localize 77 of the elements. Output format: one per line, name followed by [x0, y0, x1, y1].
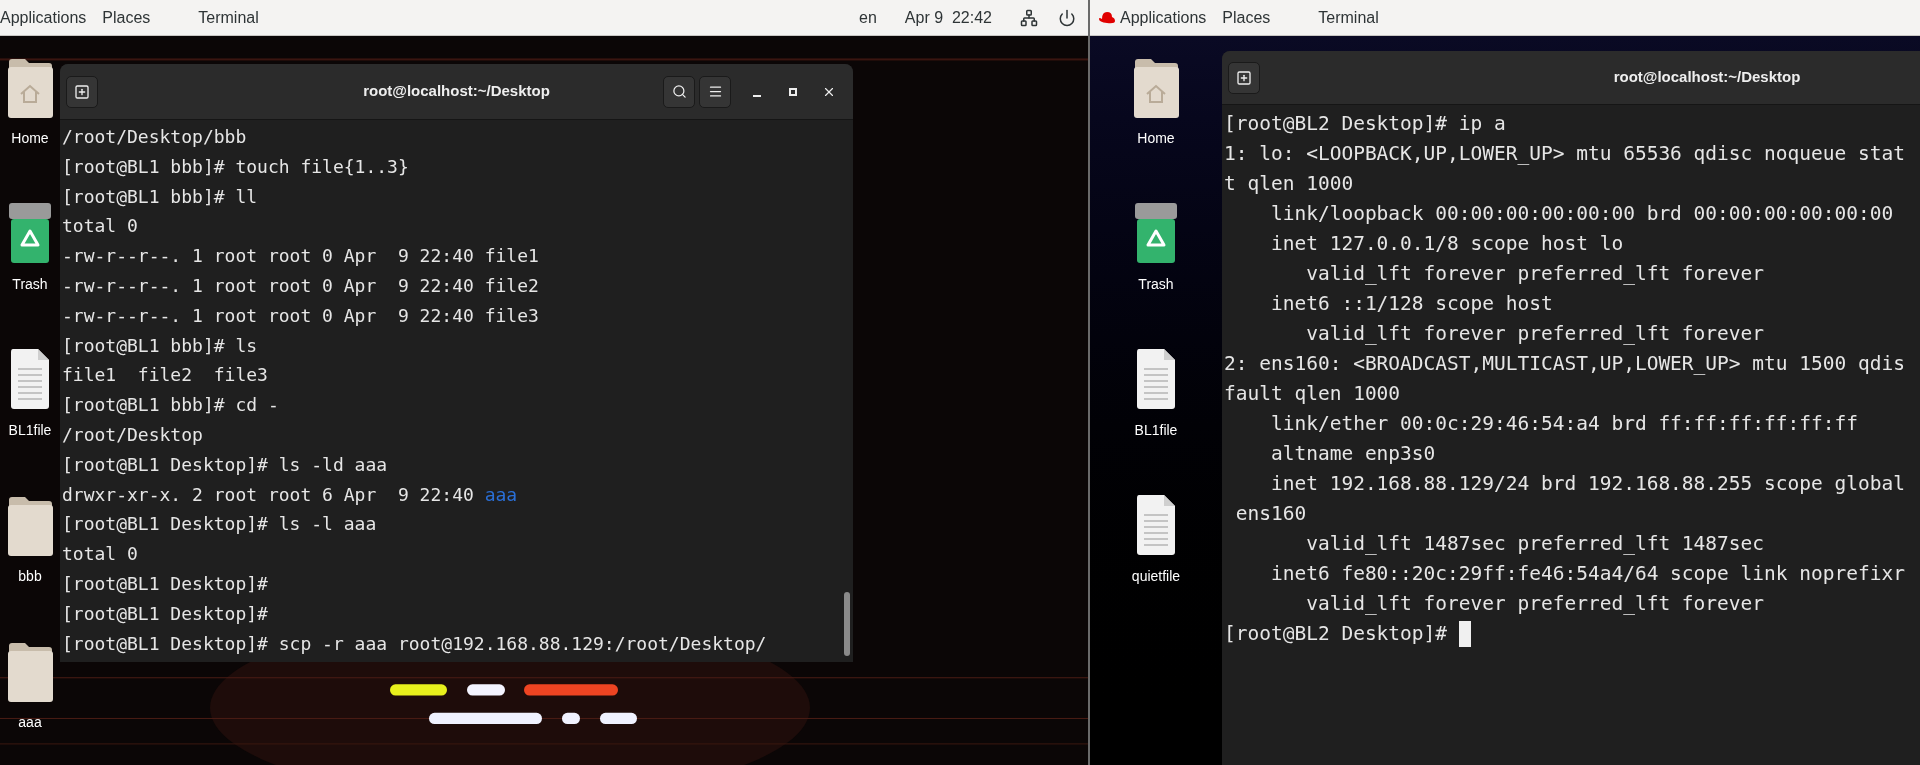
terminal-line: valid_lft forever preferred_lft forever [1305, 321, 1765, 347]
desktop-icon-label[interactable]: Trash [1138, 274, 1174, 295]
terminal-line: [root@BL1 bbb]# touch file{1..3} [62, 154, 409, 179]
power-icon[interactable] [1058, 8, 1076, 27]
terminal-line: /root/Desktop/bbb [62, 125, 247, 149]
desktop-icon-label[interactable]: aaa [18, 712, 42, 733]
terminal-line: [root@BL1 Desktop]# [62, 601, 268, 626]
new-tab-icon [74, 83, 90, 100]
terminal-line: t qlen 1000 [1224, 171, 1354, 197]
document-icon[interactable] [1136, 348, 1176, 410]
desktop-icon-label[interactable]: Home [11, 128, 49, 149]
terminal-line: -rw-r--r--. 1 root root 0 Apr 9 22:40 file2 [62, 274, 539, 298]
terminal-line: [root@BL1 bbb]# ll [62, 184, 258, 209]
terminal-line: [root@BL1 Desktop]# ls -l aaa [62, 512, 377, 537]
menu-item[interactable]: Places [94, 0, 159, 35]
clock[interactable]: Apr 9 22:42 [904, 5, 992, 30]
terminal-line: [root@BL2 Desktop]# [1224, 621, 1448, 647]
new-tab-button[interactable] [1228, 61, 1260, 94]
terminal-line: altname enp3s0 [1269, 441, 1436, 467]
window-title: root@localhost:~/Desktop [363, 81, 550, 102]
terminal-line: inet6 ::1/128 scope host [1269, 291, 1553, 317]
input-source-indicator[interactable]: en [859, 5, 877, 30]
folder-icon[interactable] [7, 642, 53, 702]
desktop-icon-label[interactable]: quietfile [1131, 566, 1181, 587]
hat-icon [1098, 10, 1116, 25]
terminal-line: link/ether 00:0c:29:46:54:a4 brd ff:ff:ff:ff:ff:ff [1269, 411, 1858, 437]
folder-icon[interactable] [7, 496, 53, 556]
menu-item[interactable]: Terminal [186, 0, 271, 35]
terminal-line: inet6 fe80::20c:29ff:fe46:54a4/64 scope link noprefixr [1269, 561, 1905, 587]
terminal-text: drwxr-xr-x. 2 root root 6 Apr 9 22:40 [62, 483, 474, 505]
terminal-line: valid_lft forever preferred_lft forever [1305, 261, 1765, 287]
terminal-line: inet 192.168.88.129/24 brd 192.168.88.255 scope global [1269, 471, 1905, 497]
network-icon[interactable] [1020, 8, 1038, 27]
terminal-line: ens160 [1234, 501, 1307, 527]
search-icon [671, 84, 687, 99]
desktop-icon-label[interactable]: bbb [18, 566, 42, 587]
terminal-line: inet 127.0.0.1/8 scope host lo [1269, 231, 1624, 257]
terminal-line: valid_lft 1487sec preferred_lft 1487sec [1305, 531, 1765, 557]
home-folder-icon[interactable] [1133, 58, 1179, 118]
terminal-line: file1 file2 file3 [62, 363, 268, 388]
terminal-line: 2: ens160: <BROADCAST,MULTICAST,UP,LOWER_UP> mtu 1500 qdis [1224, 351, 1905, 377]
terminal-line: [root@BL1 Desktop]# scp -r aaa root@192.168.88.129:/root/Desktop/ [62, 631, 767, 656]
terminal-line: total 0 [62, 214, 138, 239]
menu-item[interactable]: Applications [1120, 0, 1215, 35]
document-icon[interactable] [10, 348, 50, 410]
terminal-line: -rw-r--r--. 1 root root 0 Apr 9 22:40 file1 [62, 244, 539, 269]
terminal-line: valid_lft forever preferred_lft forever [1305, 591, 1765, 617]
new-tab-icon [1236, 69, 1252, 86]
document-icon[interactable] [1136, 494, 1176, 556]
desktop-icon-label[interactable]: Trash [12, 274, 48, 295]
home-folder-icon[interactable] [7, 58, 53, 118]
terminal-line: -rw-r--r--. 1 root root 0 Apr 9 22:40 file3 [62, 303, 539, 328]
terminal-line: [root@BL1 bbb]# cd - [62, 393, 279, 418]
desktop-icon-label[interactable]: BL1file [1134, 420, 1178, 441]
terminal-line: total 0 [62, 542, 138, 567]
terminal-line: [root@BL1 Desktop]# ls -ld aaa [62, 452, 388, 477]
terminal-line: link/loopback 00:00:00:00:00:00 brd 00:00:00:00:00:00 [1269, 201, 1894, 227]
terminal-line: fault qlen 1000 [1224, 381, 1401, 407]
trash-icon[interactable] [1134, 202, 1178, 264]
menu-button[interactable] [699, 75, 731, 108]
menu-item[interactable]: Terminal [1306, 0, 1391, 35]
scrollbar[interactable] [844, 592, 850, 656]
terminal-line: [root@BL2 Desktop]# ip a [1224, 111, 1506, 137]
desktop-icon-label[interactable]: BL1file [8, 420, 52, 441]
menu-item[interactable]: Places [1214, 0, 1279, 35]
terminal-line: /root/Desktop [62, 422, 203, 447]
terminal-line: [root@BL1 bbb]# ls [62, 333, 258, 358]
menu-item[interactable]: Applications [0, 0, 95, 35]
window-title: root@localhost:~/Desktop [1613, 67, 1801, 88]
search-button[interactable] [663, 75, 695, 108]
desktop-icon-label[interactable]: Home [1137, 128, 1175, 149]
terminal-line: [root@BL1 Desktop]# [62, 571, 268, 596]
new-tab-button[interactable] [66, 75, 98, 108]
directory-name: aaa [484, 483, 518, 505]
menu-icon [707, 84, 723, 99]
terminal-line: 1: lo: <LOOPBACK,UP,LOWER_UP> mtu 65536 qdisc noqueue stat [1224, 141, 1905, 167]
trash-icon[interactable] [8, 202, 52, 264]
